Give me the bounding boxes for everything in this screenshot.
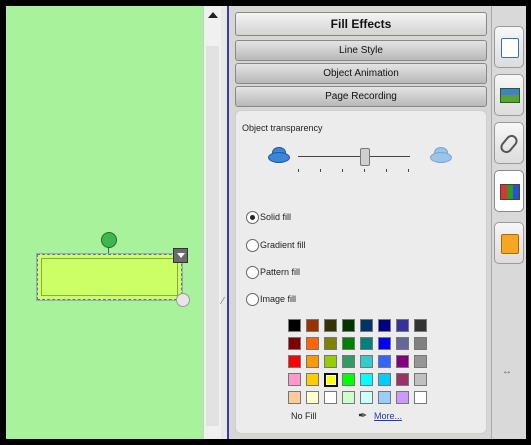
color-swatch[interactable] xyxy=(360,355,373,368)
paperclip-icon xyxy=(497,132,521,156)
color-swatch[interactable] xyxy=(396,355,409,368)
tab-properties[interactable] xyxy=(494,170,524,212)
opaque-icon xyxy=(268,147,290,163)
color-swatch[interactable] xyxy=(378,337,391,350)
color-swatch[interactable] xyxy=(360,337,373,350)
color-swatch[interactable] xyxy=(342,319,355,332)
shape-menu-button[interactable] xyxy=(173,248,188,263)
color-swatch[interactable] xyxy=(342,391,355,404)
color-swatch[interactable] xyxy=(396,391,409,404)
slider-tick xyxy=(364,169,365,172)
image-fill-radio[interactable] xyxy=(246,293,259,306)
gradient-fill-radio[interactable] xyxy=(246,239,259,252)
shape-border xyxy=(41,258,178,296)
color-swatch[interactable] xyxy=(306,337,319,350)
transparency-slider-thumb[interactable] xyxy=(360,148,371,166)
color-swatch[interactable] xyxy=(342,373,355,386)
color-swatch[interactable] xyxy=(378,355,391,368)
splitter-grip-icon[interactable]: ⁄ xyxy=(222,296,224,307)
tab-page-sorter[interactable] xyxy=(494,26,524,68)
selected-rectangle-shape[interactable] xyxy=(37,254,182,300)
pattern-fill-label: Pattern fill xyxy=(260,267,301,277)
color-swatch[interactable] xyxy=(414,373,427,386)
color-swatch[interactable] xyxy=(288,373,301,386)
color-swatch[interactable] xyxy=(324,355,337,368)
solid-fill-radio[interactable] xyxy=(246,211,259,224)
color-swatch[interactable] xyxy=(306,319,319,332)
slider-tick xyxy=(342,169,343,172)
smart-notebook-window: ⁄ Fill Effects Line Style Object Animati… xyxy=(0,0,531,445)
color-swatch[interactable] xyxy=(396,337,409,350)
object-animation-header[interactable]: Object Animation xyxy=(235,63,487,84)
resize-handle[interactable] xyxy=(176,293,190,307)
panel-splitter[interactable] xyxy=(221,6,229,439)
color-swatch[interactable] xyxy=(342,337,355,350)
color-swatch[interactable] xyxy=(414,337,427,350)
whiteboard-canvas[interactable] xyxy=(6,6,203,439)
fill-effects-section: Object transparency Solid fill Gradient … xyxy=(235,110,487,434)
slider-tick xyxy=(320,169,321,172)
more-colors-link[interactable]: More... xyxy=(374,411,402,421)
color-swatch[interactable] xyxy=(378,391,391,404)
color-swatch[interactable] xyxy=(288,319,301,332)
transparency-slider-track[interactable] xyxy=(298,156,410,157)
tab-attachments[interactable] xyxy=(494,122,524,164)
transparent-icon xyxy=(430,147,452,163)
no-fill-label[interactable]: No Fill xyxy=(291,411,317,421)
color-swatch[interactable] xyxy=(324,391,337,404)
gallery-image-icon xyxy=(500,88,520,103)
color-swatch[interactable] xyxy=(414,355,427,368)
color-swatch[interactable] xyxy=(324,319,337,332)
slider-tick xyxy=(386,169,387,172)
slider-tick xyxy=(408,169,409,172)
color-swatch[interactable] xyxy=(396,319,409,332)
color-swatch[interactable] xyxy=(360,373,373,386)
color-swatch[interactable] xyxy=(396,373,409,386)
properties-icon xyxy=(500,184,520,200)
tab-gallery[interactable] xyxy=(494,74,524,116)
fill-effects-header[interactable]: Fill Effects xyxy=(235,12,487,36)
transparency-label: Object transparency xyxy=(242,123,323,133)
scroll-thumb[interactable] xyxy=(206,46,219,426)
color-swatch[interactable] xyxy=(288,355,301,368)
color-swatch[interactable] xyxy=(360,319,373,332)
color-swatch[interactable] xyxy=(378,319,391,332)
expand-arrows-icon[interactable]: ↔ xyxy=(502,366,512,377)
page-icon xyxy=(501,38,519,58)
color-swatch[interactable] xyxy=(414,319,427,332)
color-swatch[interactable] xyxy=(306,373,319,386)
properties-panel: Fill Effects Line Style Object Animation… xyxy=(229,6,491,439)
scroll-up-arrow[interactable] xyxy=(206,8,219,21)
pattern-fill-radio[interactable] xyxy=(246,266,259,279)
add-on-icon xyxy=(501,234,519,254)
page-recording-header[interactable]: Page Recording xyxy=(235,86,487,107)
gradient-fill-label: Gradient fill xyxy=(260,240,306,250)
rotate-handle[interactable] xyxy=(101,232,117,248)
color-swatch[interactable] xyxy=(288,391,301,404)
side-tab-bar: ↔ xyxy=(491,6,526,439)
color-swatch[interactable] xyxy=(324,337,337,350)
tab-add-ons[interactable] xyxy=(494,222,524,264)
color-swatch[interactable] xyxy=(324,373,338,387)
color-swatch[interactable] xyxy=(306,355,319,368)
color-swatch[interactable] xyxy=(342,355,355,368)
slider-tick xyxy=(298,169,299,172)
line-style-header[interactable]: Line Style xyxy=(235,40,487,61)
eyedropper-icon[interactable]: ✒ xyxy=(358,409,367,422)
image-fill-label: Image fill xyxy=(260,294,297,304)
color-swatch[interactable] xyxy=(360,391,373,404)
color-swatch[interactable] xyxy=(288,337,301,350)
solid-fill-label: Solid fill xyxy=(260,212,292,222)
color-swatch[interactable] xyxy=(306,391,319,404)
vertical-scrollbar[interactable] xyxy=(203,6,222,439)
color-swatch[interactable] xyxy=(378,373,391,386)
color-swatch[interactable] xyxy=(414,391,427,404)
